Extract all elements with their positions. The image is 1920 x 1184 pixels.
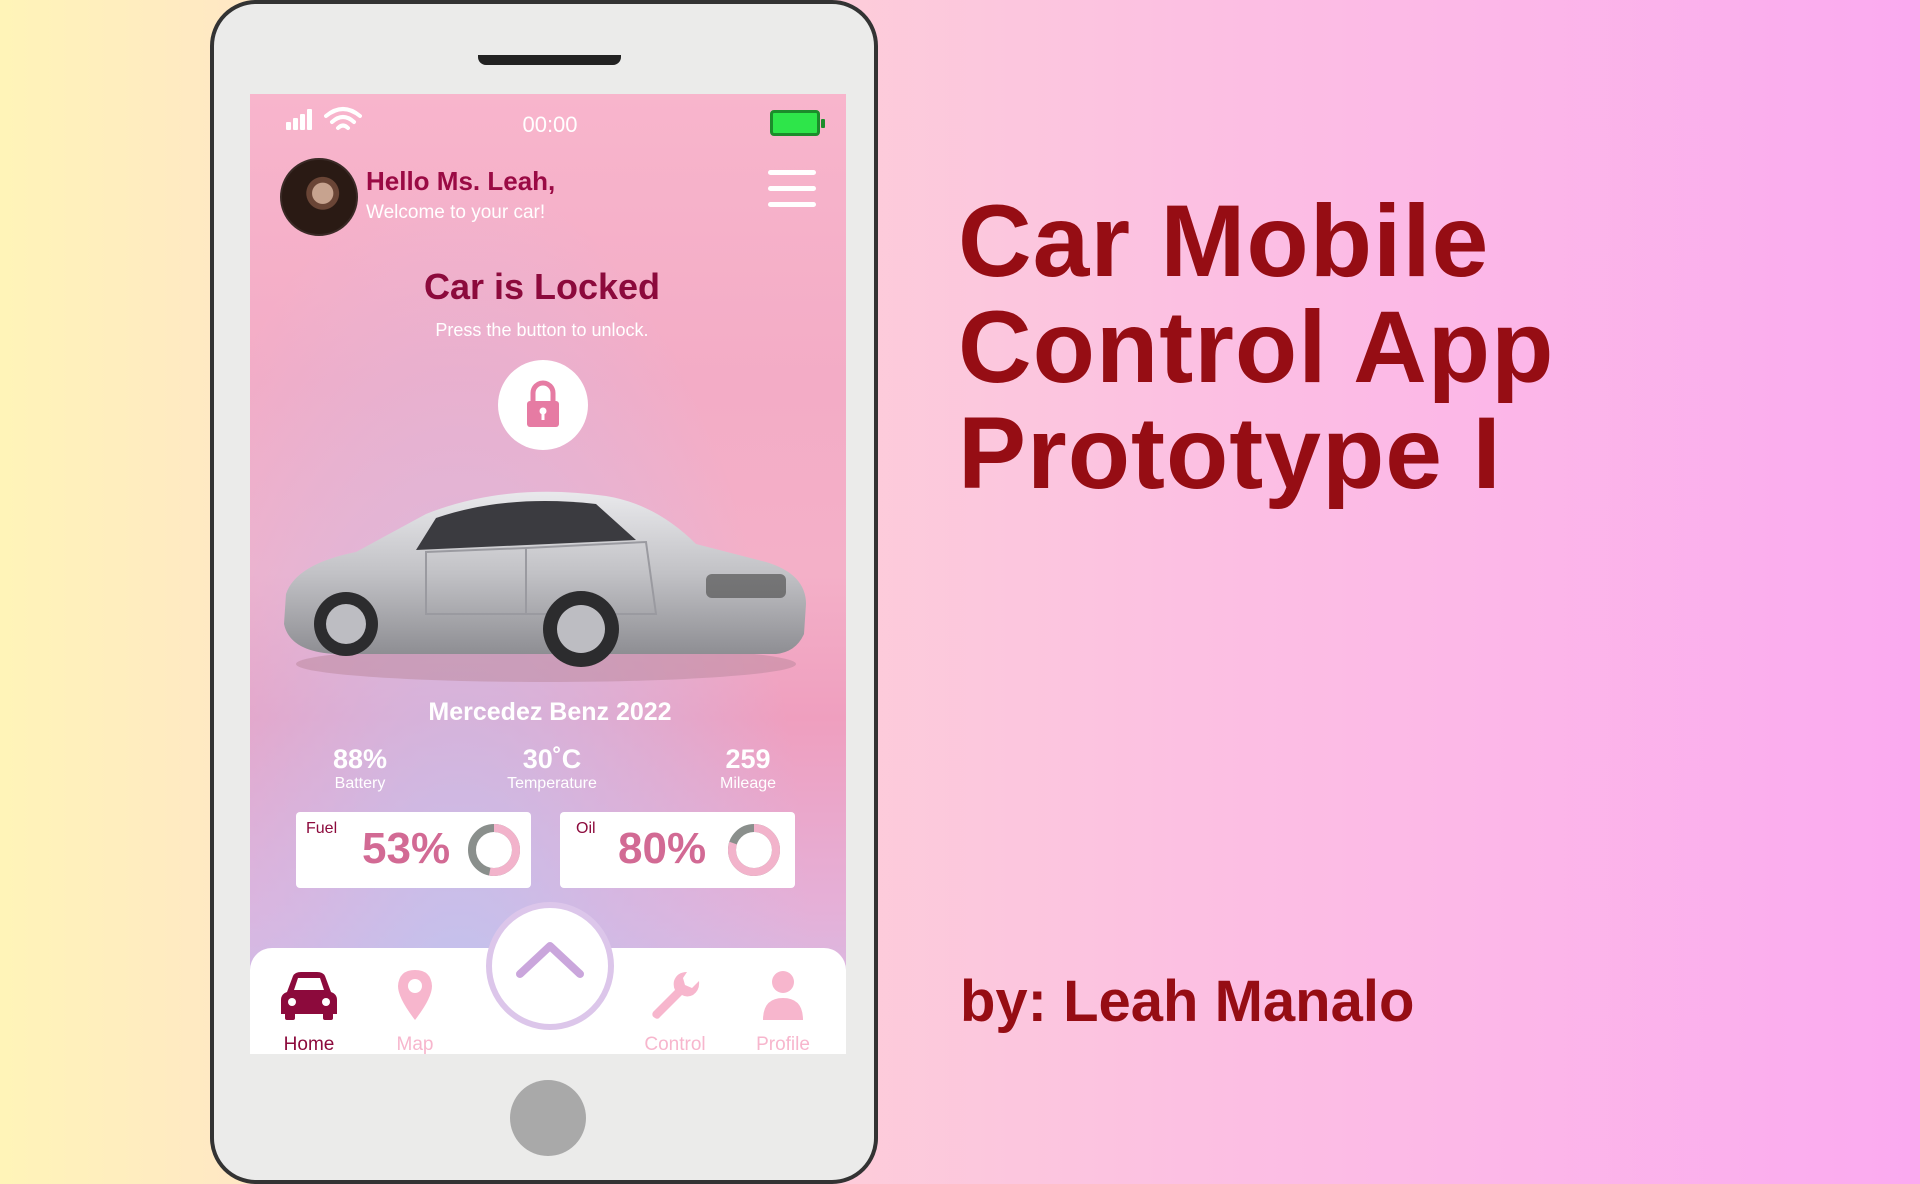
chevron-up-icon [516,942,584,978]
greeting-subtitle: Welcome to your car! [366,202,546,223]
headline-line-2: Control App [958,290,1555,404]
headline: Car Mobile Control App Prototype I [958,188,1778,506]
temperature-label: Temperature [507,775,597,792]
headline-line-1: Car Mobile [958,184,1490,298]
oil-percent: 80% [618,824,707,873]
fuel-card[interactable]: Fuel 53% [296,812,531,888]
car-icon [281,972,337,1020]
car-image [284,491,806,682]
battery-stat: 88% Battery [280,744,440,793]
greeting-title: Hello Ms. Leah, [366,166,556,196]
lock-status-subtitle: Press the button to unlock. [435,320,649,340]
battery-value: 88% [332,744,388,774]
phone-frame: 00:00 Hello Ms. Leah, Welcome to your ca… [210,0,878,1184]
signal-icon [286,108,318,130]
wifi-icon [324,107,362,130]
status-time: 00:00 [522,112,578,137]
unlock-button[interactable] [498,360,588,450]
oil-card[interactable]: Oil 80% [560,812,795,888]
nav-label-control: Control [644,1034,706,1054]
fuel-donut-chart [468,824,520,876]
phone-speaker [478,55,621,65]
fuel-label: Fuel [306,820,338,837]
battery-icon [770,110,825,136]
lock-status-title: Car is Locked [423,266,661,307]
mileage-stat: 259 Mileage [668,744,828,793]
nav-item-home[interactable]: Home [264,968,354,1054]
hamburger-menu-icon[interactable] [768,170,816,208]
temperature-stat: 30˚C Temperature [472,744,632,793]
mileage-value: 259 [725,744,771,774]
person-icon [763,971,803,1020]
status-bar: 00:00 [250,94,846,154]
nav-label-home: Home [283,1034,335,1054]
author-credit: by: Leah Manalo [960,969,1415,1034]
fuel-percent: 53% [362,824,451,873]
app-screen: 00:00 Hello Ms. Leah, Welcome to your ca… [250,94,846,1054]
map-pin-icon [398,970,432,1020]
oil-donut-chart [728,824,780,876]
temperature-value: 30˚C [522,744,582,774]
nav-item-control[interactable]: Control [630,968,720,1054]
battery-label: Battery [334,775,386,792]
mileage-label: Mileage [719,775,777,792]
headline-line-3: Prototype I [958,396,1502,510]
nav-label-profile: Profile [756,1034,810,1054]
nav-label-map: Map [396,1034,434,1054]
phone-home-button[interactable] [510,1080,586,1156]
nav-item-map[interactable]: Map [370,968,460,1054]
wrench-icon [652,972,700,1019]
lock-icon [527,380,559,427]
oil-label: Oil [576,820,596,837]
nav-item-profile[interactable]: Profile [738,968,828,1054]
car-model-name: Mercedez Benz 2022 [428,698,672,726]
avatar[interactable] [280,158,358,236]
expand-up-button[interactable] [486,902,614,1030]
